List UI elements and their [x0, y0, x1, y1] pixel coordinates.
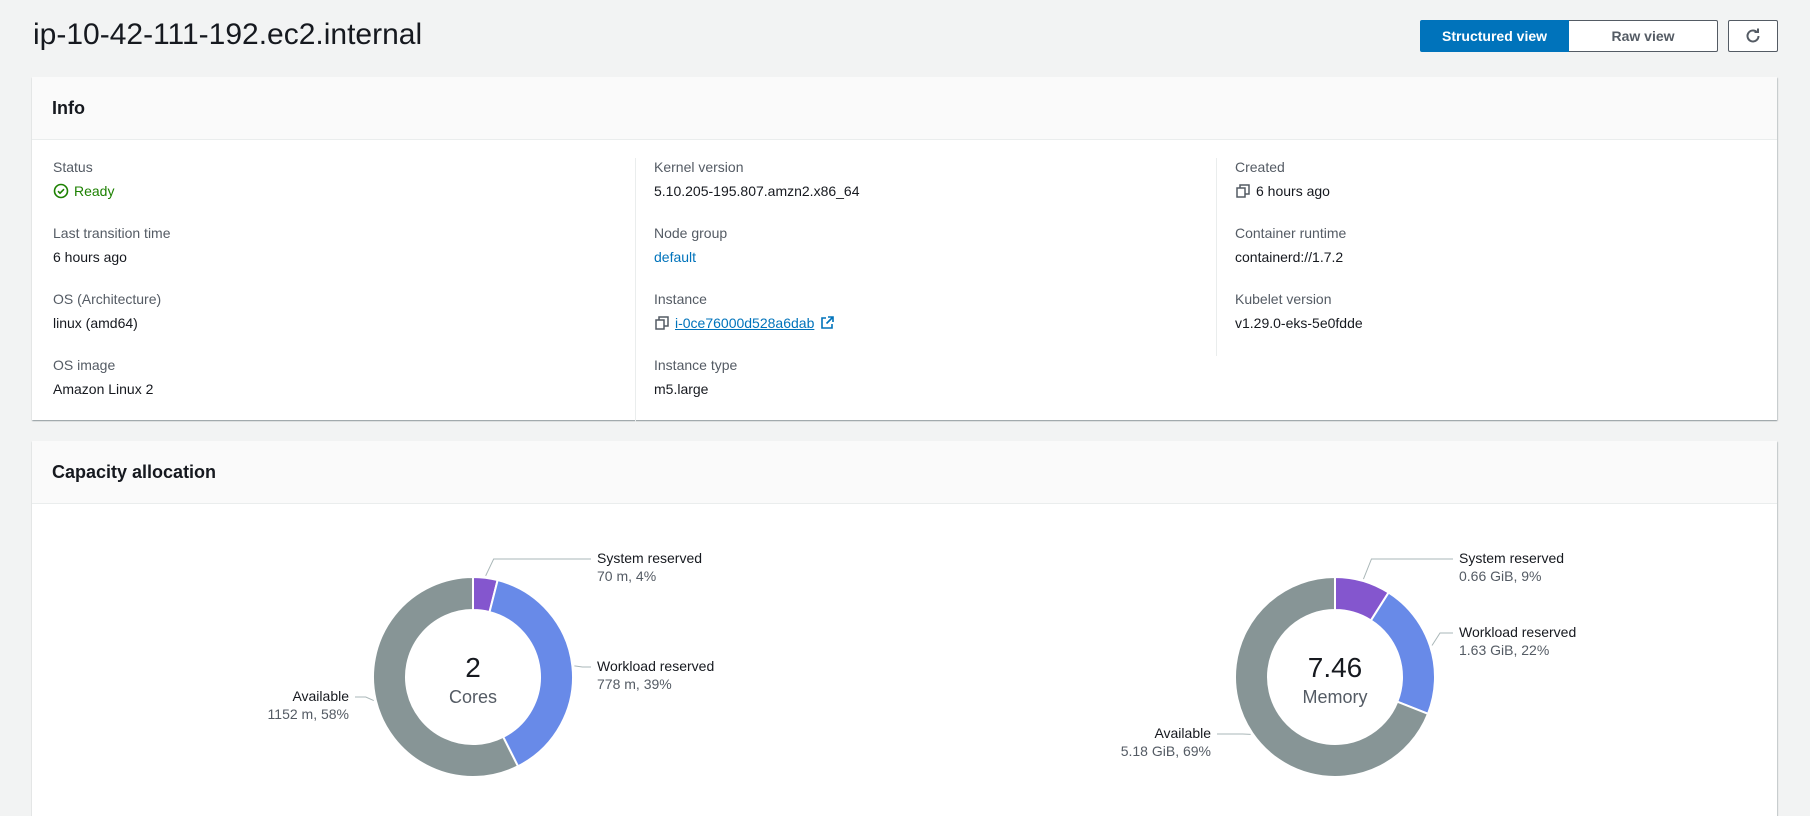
kv-last-transition: Last transition time 6 hours ago — [53, 224, 613, 290]
os-arch-value: linux (amd64) — [53, 315, 138, 331]
kv-kernel: Kernel version 5.10.205-195.807.amzn2.x8… — [636, 158, 1195, 224]
refresh-icon — [1744, 27, 1762, 45]
info-column-1: Status Ready Last transition time 6 hour… — [53, 158, 613, 422]
container-runtime-label: Container runtime — [1235, 225, 1347, 241]
cores-center-label: Cores — [449, 687, 497, 707]
capacity-panel-header: Capacity allocation — [32, 441, 1777, 504]
node-group-label: Node group — [654, 225, 728, 241]
cores-center-value: 2 — [465, 652, 481, 683]
kernel-value: 5.10.205-195.807.amzn2.x86_64 — [654, 183, 860, 199]
instance-value: i-0ce76000d528a6dab — [654, 314, 1195, 332]
page-header: ip-10-42-111-192.ec2.internal Structured… — [33, 14, 1778, 54]
cores-detail-available: 1152 m, 58% — [268, 706, 349, 722]
cores-label-workload-reserved: Workload reserved — [597, 658, 714, 674]
kv-instance: Instance i-0ce76000d528a6dab — [636, 290, 1195, 356]
view-toggle: Structured view Raw view — [1420, 20, 1718, 52]
last-transition-label: Last transition time — [53, 225, 171, 241]
kv-node-group: Node group default — [636, 224, 1195, 290]
cores-leader-available — [355, 696, 374, 702]
os-image-label: OS image — [53, 357, 116, 373]
kv-container-runtime: Container runtime containerd://1.7.2 — [1217, 224, 1776, 290]
status-text: Ready — [74, 183, 115, 199]
kv-os-arch: OS (Architecture) linux (amd64) — [53, 290, 613, 356]
memory-detail-system-reserved: 0.66 GiB, 9% — [1459, 568, 1542, 584]
memory-slice-workload-reserved[interactable] — [1369, 591, 1436, 716]
info-column-3: Created 6 hours ago Container runtime co… — [1216, 158, 1776, 356]
instance-type-value: m5.large — [654, 381, 709, 397]
cores-leader-workload-reserved — [574, 665, 591, 668]
memory-leader-system-reserved — [1362, 558, 1453, 580]
node-group-value-wrap: default — [654, 248, 1195, 266]
memory-label-available: Available — [1154, 725, 1211, 741]
kv-created: Created 6 hours ago — [1217, 158, 1776, 224]
kv-os-image: OS image Amazon Linux 2 — [53, 356, 613, 422]
node-group-link[interactable]: default — [654, 248, 696, 266]
kv-kubelet: Kubelet version v1.29.0-eks-5e0fdde — [1217, 290, 1776, 356]
capacity-charts: System reserved 70 m, 4% Workload reserved… — [268, 550, 1576, 778]
capacity-panel-title: Capacity allocation — [52, 461, 217, 482]
memory-detail-workload-reserved: 1.63 GiB, 22% — [1459, 642, 1549, 658]
instance-link[interactable]: i-0ce76000d528a6dab — [675, 314, 814, 332]
cores-detail-system-reserved: 70 m, 4% — [597, 568, 656, 584]
created-value: 6 hours ago — [1235, 182, 1776, 200]
kv-status: Status Ready — [53, 158, 613, 224]
last-transition-value: 6 hours ago — [53, 249, 127, 265]
os-arch-label: OS (Architecture) — [53, 291, 162, 307]
kubelet-label: Kubelet version — [1235, 291, 1332, 307]
copy-icon[interactable] — [1235, 183, 1251, 199]
copy-icon[interactable] — [654, 315, 670, 331]
info-grid: Status Ready Last transition time 6 hour… — [32, 140, 1777, 422]
container-runtime-value: containerd://1.7.2 — [1235, 249, 1344, 265]
created-text: 6 hours ago — [1256, 183, 1330, 199]
charts-area: System reserved 70 m, 4% Workload reserved… — [32, 504, 1777, 816]
memory-detail-available: 5.18 GiB, 69% — [1121, 743, 1211, 759]
raw-view-button[interactable]: Raw view — [1569, 20, 1718, 52]
capacity-panel: Capacity allocation System reserved 70 m,… — [32, 441, 1777, 816]
instance-type-label: Instance type — [654, 357, 738, 373]
cores-label-available: Available — [292, 688, 349, 704]
status-value: Ready — [53, 182, 613, 200]
memory-leader-workload-reserved — [1431, 632, 1453, 646]
info-panel-title: Info — [52, 97, 85, 118]
kernel-label: Kernel version — [654, 159, 744, 175]
cores-label-system-reserved: System reserved — [597, 550, 702, 566]
page-title: ip-10-42-111-192.ec2.internal — [33, 18, 423, 51]
status-label: Status — [53, 159, 93, 175]
check-circle-icon — [53, 183, 69, 199]
info-panel: Info Status Ready Last transition time 6… — [32, 77, 1777, 422]
cores-detail-workload-reserved: 778 m, 39% — [597, 676, 672, 692]
memory-center-label: Memory — [1302, 687, 1367, 707]
refresh-button[interactable] — [1728, 20, 1778, 52]
instance-label: Instance — [654, 291, 707, 307]
structured-view-button[interactable]: Structured view — [1420, 20, 1569, 52]
external-link-icon[interactable] — [819, 315, 835, 331]
info-panel-header: Info — [32, 77, 1777, 140]
kubelet-value: v1.29.0-eks-5e0fdde — [1235, 315, 1363, 331]
info-column-2: Kernel version 5.10.205-195.807.amzn2.x8… — [635, 158, 1195, 422]
memory-label-workload-reserved: Workload reserved — [1459, 624, 1576, 640]
memory-label-system-reserved: System reserved — [1459, 550, 1564, 566]
memory-center-value: 7.46 — [1308, 652, 1363, 683]
cores-leader-system-reserved — [485, 558, 591, 577]
created-label: Created — [1235, 159, 1285, 175]
os-image-value: Amazon Linux 2 — [53, 381, 154, 397]
kv-instance-type: Instance type m5.large — [636, 356, 1195, 422]
